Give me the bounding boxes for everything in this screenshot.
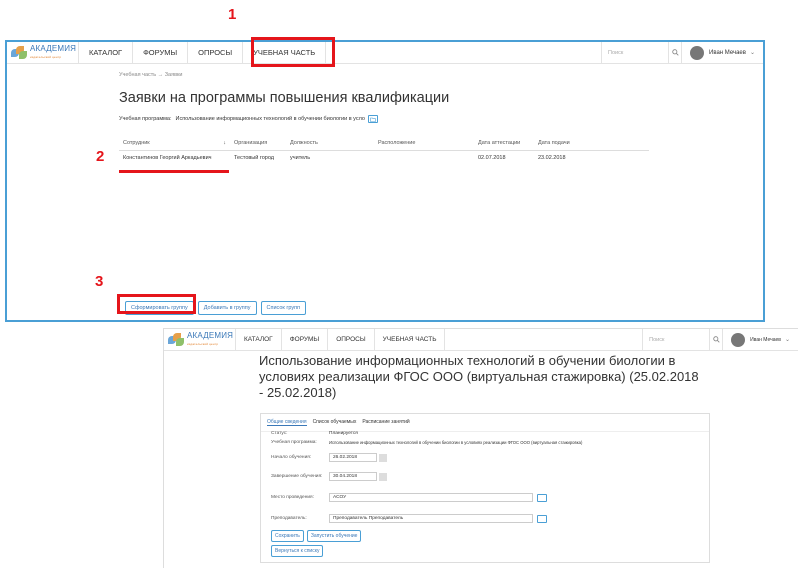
- col-submit-date[interactable]: Дата подачи: [538, 140, 598, 146]
- nav-forums[interactable]: ФОРУМЫ: [133, 41, 189, 64]
- folder-icon[interactable]: [537, 493, 547, 502]
- page-title: Использование информационных технологий …: [259, 353, 699, 400]
- annotation-3: 3: [95, 273, 104, 290]
- group-details-panel: Общие сведения Список обучаемых Расписан…: [260, 413, 710, 563]
- user-name: Иван Мечаев: [750, 336, 781, 343]
- col-attestation-date[interactable]: Дата аттестации: [478, 140, 538, 146]
- program-label: Учебная программа:: [271, 440, 317, 445]
- annotation-underline-employee: [119, 170, 229, 173]
- nav-polls[interactable]: ОПРОСЫ: [188, 41, 244, 64]
- logo-icon: [168, 332, 184, 347]
- teacher-input[interactable]: Преподаватель Преподаватель: [329, 514, 533, 523]
- logo[interactable]: АКАДЕМИЯ издательский центр: [164, 328, 236, 351]
- save-button[interactable]: Сохранить: [271, 530, 304, 542]
- chevron-down-icon: ⌄: [749, 50, 755, 56]
- program-value: Использование информационных технологий …: [175, 116, 365, 122]
- teacher-row: Преподаватель: Преподаватель Преподавате…: [271, 514, 547, 523]
- annotation-1: 1: [228, 6, 237, 23]
- logo-text: АКАДЕМИЯ издательский центр: [187, 330, 234, 346]
- teacher-label: Преподаватель:: [271, 516, 307, 521]
- nav-catalog[interactable]: КАТАЛОГ: [236, 328, 282, 351]
- annotation-box-form-group: [117, 294, 196, 314]
- top-navbar: АКАДЕМИЯ издательский центр КАТАЛОГ ФОРУ…: [164, 328, 798, 351]
- program-filter: Учебная программа: Использование информа…: [119, 115, 378, 123]
- nav-catalog[interactable]: КАТАЛОГ: [79, 41, 134, 64]
- chevron-down-icon: ⌄: [784, 337, 790, 343]
- folder-icon[interactable]: [537, 514, 547, 523]
- search-input[interactable]: Поиск: [643, 337, 709, 343]
- place-row: Место проведения: АСОУ: [271, 493, 547, 502]
- calendar-icon[interactable]: [379, 472, 387, 481]
- group-list-button[interactable]: Список групп: [260, 301, 307, 315]
- back-row: Вернуться к списку: [271, 545, 324, 557]
- panel-buttons: Сохранить Запустить обучение: [271, 530, 362, 542]
- search-area: Поиск: [642, 328, 724, 351]
- tab-general[interactable]: Общие сведения: [267, 419, 307, 426]
- calendar-icon[interactable]: [379, 453, 387, 462]
- table-row[interactable]: Константинов Георгий Аркадьевич Тестовый…: [119, 151, 649, 165]
- avatar: [690, 45, 705, 60]
- end-date-row: Завершение обучения: 30.04.2018: [271, 472, 387, 481]
- search-area: Поиск: [601, 41, 683, 64]
- col-organization[interactable]: Организация: [234, 140, 290, 146]
- add-to-group-button[interactable]: Добавить в группу: [197, 301, 257, 315]
- tab-students[interactable]: Список обучаемых: [313, 419, 357, 426]
- screenshot-applications: АКАДЕМИЯ издательский центр КАТАЛОГ ФОРУ…: [5, 40, 765, 322]
- program-value: Использование информационных технологий …: [329, 440, 583, 445]
- search-input[interactable]: Поиск: [602, 50, 668, 56]
- page-title: Заявки на программы повышения квалификац…: [119, 90, 450, 106]
- user-menu[interactable]: Иван Мечаев ⌄: [682, 45, 763, 60]
- col-position[interactable]: Должность: [290, 140, 378, 146]
- cell-attestation-date: 02.07.2018: [478, 155, 506, 161]
- back-to-list-button[interactable]: Вернуться к списку: [271, 545, 324, 557]
- main-nav: КАТАЛОГ ФОРУМЫ ОПРОСЫ УЧЕБНАЯ ЧАСТЬ: [236, 328, 446, 351]
- tab-schedule[interactable]: Расписание занятий: [362, 419, 409, 426]
- annotation-2: 2: [96, 148, 105, 165]
- start-date-label: Начало обучения:: [271, 455, 312, 460]
- start-date-input[interactable]: 26.02.2018: [329, 453, 377, 462]
- applications-table: Сотрудник ↓ Организация Должность Располо…: [119, 136, 649, 165]
- screenshot-group-details: АКАДЕМИЯ издательский центр КАТАЛОГ ФОРУ…: [163, 328, 798, 568]
- cell-employee[interactable]: Константинов Георгий Аркадьевич: [119, 155, 234, 161]
- launch-training-button[interactable]: Запустить обучение: [306, 530, 362, 542]
- status-row: Статус: Планируется: [271, 431, 358, 436]
- end-date-input[interactable]: 30.04.2018: [329, 472, 377, 481]
- cell-organization: Тестовый город: [234, 155, 275, 161]
- nav-polls[interactable]: ОПРОСЫ: [328, 328, 375, 351]
- status-label: Статус:: [271, 431, 288, 436]
- program-label: Учебная программа:: [119, 116, 172, 122]
- nav-academic[interactable]: УЧЕБНАЯ ЧАСТЬ: [375, 328, 446, 351]
- top-navbar: АКАДЕМИЯ издательский центр КАТАЛОГ ФОРУ…: [7, 41, 763, 64]
- logo-text: АКАДЕМИЯ издательский центр: [30, 43, 77, 59]
- logo-icon: [11, 45, 27, 60]
- end-date-label: Завершение обучения:: [271, 474, 323, 479]
- sort-arrow-icon[interactable]: ↓: [223, 140, 226, 146]
- annotation-box-academic-nav: [251, 37, 335, 67]
- start-date-row: Начало обучения: 26.02.2018: [271, 453, 387, 462]
- breadcrumb[interactable]: Учебная часть → Заявки: [119, 72, 182, 78]
- search-icon[interactable]: [709, 328, 724, 351]
- place-input[interactable]: АСОУ: [329, 493, 533, 502]
- place-label: Место проведения:: [271, 495, 314, 500]
- program-row: Учебная программа: Использование информа…: [271, 440, 582, 445]
- table-header: Сотрудник ↓ Организация Должность Располо…: [119, 136, 649, 151]
- logo[interactable]: АКАДЕМИЯ издательский центр: [7, 41, 79, 64]
- cell-submit-date: 23.02.2018: [538, 155, 566, 161]
- avatar: [731, 332, 746, 347]
- user-name: Иван Мечаев: [709, 49, 746, 56]
- col-employee[interactable]: Сотрудник ↓: [119, 140, 234, 146]
- col-location[interactable]: Расположение: [378, 140, 478, 146]
- tabs: Общие сведения Список обучаемых Расписан…: [261, 414, 709, 432]
- nav-forums[interactable]: ФОРУМЫ: [282, 328, 329, 351]
- user-menu[interactable]: Иван Мечаев ⌄: [723, 332, 798, 347]
- folder-icon[interactable]: [367, 115, 378, 123]
- cell-position: учитель: [290, 155, 311, 161]
- search-icon[interactable]: [668, 41, 683, 64]
- status-value: Планируется: [329, 431, 358, 436]
